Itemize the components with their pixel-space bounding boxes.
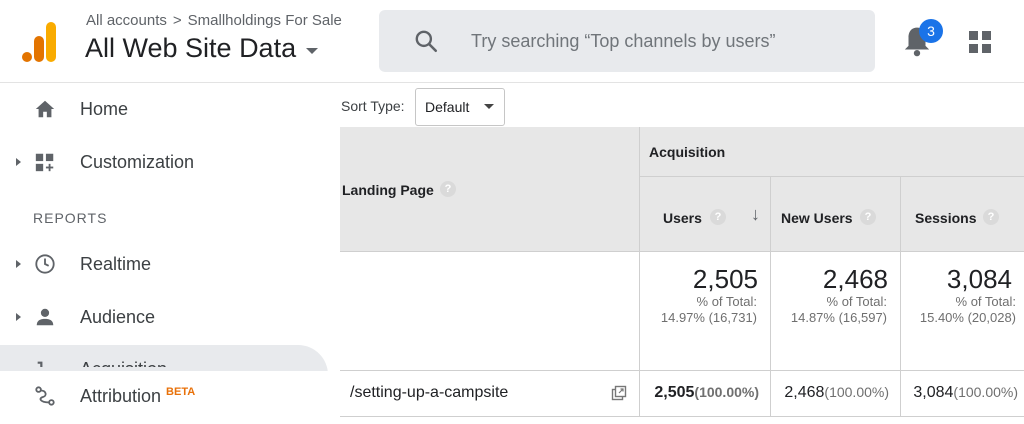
report-content: Sort Type: Default Landing Page ? Acquis… [340, 83, 1024, 424]
apps-grid-icon[interactable] [969, 31, 991, 53]
new-users-total-percent: % of Total: 14.87% (16,597) [791, 294, 887, 326]
help-icon[interactable]: ? [710, 209, 726, 225]
users-value: 2,505 [654, 384, 695, 401]
users-column-header[interactable]: Users ? ↓ [639, 177, 770, 252]
help-icon[interactable]: ? [860, 209, 876, 225]
acquisition-icon [37, 361, 43, 367]
percent-of-total-label: % of Total: [826, 294, 887, 309]
sidebar-item-label: Attribution BETA [80, 386, 195, 407]
new-users-percent: (100.00%) [824, 384, 889, 400]
users-percent: (100.00%) [694, 384, 759, 400]
totals-label-cell [340, 252, 639, 371]
new-users-cell: 2,468(100.00%) [770, 371, 900, 417]
sessions-column-label: Sessions [915, 210, 977, 226]
expand-arrow-icon[interactable] [16, 313, 21, 321]
sidebar-item-audience[interactable]: Audience [0, 292, 340, 342]
sidebar-item-acquisition[interactable]: Acquisition [0, 345, 340, 367]
sort-type-label: Sort Type: [341, 98, 405, 114]
breadcrumb-separator: > [172, 12, 182, 29]
sessions-column-header[interactable]: Sessions ? [900, 177, 1024, 252]
view-name: All Web Site Data [85, 33, 297, 63]
report-table: Landing Page ? Acquisition Users ? ↓ New… [340, 127, 1024, 417]
percent-of-total-value: 14.97% (16,731) [660, 310, 757, 325]
open-link-icon[interactable] [611, 385, 627, 401]
users-column-label: Users [663, 210, 702, 226]
sidebar-item-realtime[interactable]: Realtime [0, 239, 340, 289]
sort-type-value: Default [425, 99, 470, 115]
new-users-column-label: New Users [781, 210, 853, 226]
chevron-down-icon [306, 47, 319, 54]
notification-count-badge[interactable]: 3 [919, 19, 943, 43]
sidebar-nav: Home Customization REPORTS Realtime Audi… [0, 83, 340, 424]
breadcrumb[interactable]: All accounts > Smallholdings For Sale [86, 12, 342, 29]
new-users-column-header[interactable]: New Users ? [770, 177, 900, 252]
sidebar-item-label: Audience [80, 306, 156, 327]
new-users-value: 2,468 [784, 384, 825, 401]
table-row: /setting-up-a-campsite [340, 371, 639, 417]
sidebar-item-label: Customization [80, 151, 195, 172]
sort-descending-icon[interactable]: ↓ [751, 204, 760, 225]
sidebar-item-label: Realtime [80, 253, 152, 274]
sidebar-item-label: Home [80, 98, 129, 119]
sessions-total-percent: % of Total: 15.40% (20,028) [920, 294, 1016, 326]
landing-page-link[interactable]: /setting-up-a-campsite [350, 384, 508, 402]
attribution-icon [35, 386, 55, 406]
sessions-total-value: 3,084 [946, 264, 1012, 294]
search-icon [415, 30, 438, 53]
new-users-total-value: 2,468 [822, 264, 888, 294]
landing-page-column-label: Landing Page [342, 182, 434, 198]
sessions-value: 3,084 [913, 384, 954, 401]
search-input[interactable] [469, 29, 853, 53]
users-total-percent: % of Total: 14.97% (16,731) [661, 294, 757, 326]
acquisition-group-label: Acquisition [649, 144, 726, 160]
users-total-value: 2,505 [692, 264, 758, 294]
sidebar-item-label: Acquisition [80, 359, 167, 367]
sidebar-item-customization[interactable]: Customization [0, 137, 340, 187]
chevron-down-icon [484, 104, 494, 109]
users-total-cell: 2,505 % of Total: 14.97% (16,731) [639, 252, 770, 371]
percent-of-total-label: % of Total: [955, 294, 1016, 309]
beta-badge: BETA [166, 385, 196, 398]
landing-page-header[interactable]: Landing Page ? [340, 127, 639, 252]
view-selector[interactable]: All Web Site Data [85, 33, 319, 64]
customization-icon [35, 153, 54, 172]
report-toolbar: Sort Type: Default [340, 83, 1024, 127]
person-icon [36, 308, 54, 326]
sort-type-dropdown[interactable]: Default [415, 88, 505, 126]
expand-arrow-icon[interactable] [16, 260, 21, 268]
acquisition-group-header: Acquisition [639, 127, 1024, 177]
top-header: All accounts > Smallholdings For Sale All … [0, 0, 1024, 83]
expand-arrow-icon[interactable] [16, 158, 21, 166]
percent-of-total-value: 15.40% (20,028) [919, 310, 1016, 325]
sidebar-item-attribution[interactable]: Attribution BETA [0, 371, 340, 421]
help-icon[interactable]: ? [440, 181, 456, 197]
sessions-percent: (100.00%) [953, 384, 1018, 400]
analytics-logo[interactable] [22, 22, 56, 62]
breadcrumb-parent[interactable]: All accounts [86, 12, 167, 29]
users-cell: 2,505(100.00%) [639, 371, 770, 417]
sessions-cell: 3,084(100.00%) [900, 371, 1024, 417]
new-users-total-cell: 2,468 % of Total: 14.87% (16,597) [770, 252, 900, 371]
percent-of-total-value: 14.87% (16,597) [790, 310, 887, 325]
sessions-total-cell: 3,084 % of Total: 15.40% (20,028) [900, 252, 1024, 371]
clock-icon [35, 254, 55, 274]
reports-section-label: REPORTS [33, 210, 108, 226]
search-bar[interactable] [379, 10, 875, 72]
home-icon [35, 100, 55, 118]
breadcrumb-property[interactable]: Smallholdings For Sale [188, 12, 342, 29]
sidebar-item-home[interactable]: Home [0, 84, 340, 134]
help-icon[interactable]: ? [983, 209, 999, 225]
attribution-label: Attribution [80, 385, 162, 406]
percent-of-total-label: % of Total: [696, 294, 757, 309]
